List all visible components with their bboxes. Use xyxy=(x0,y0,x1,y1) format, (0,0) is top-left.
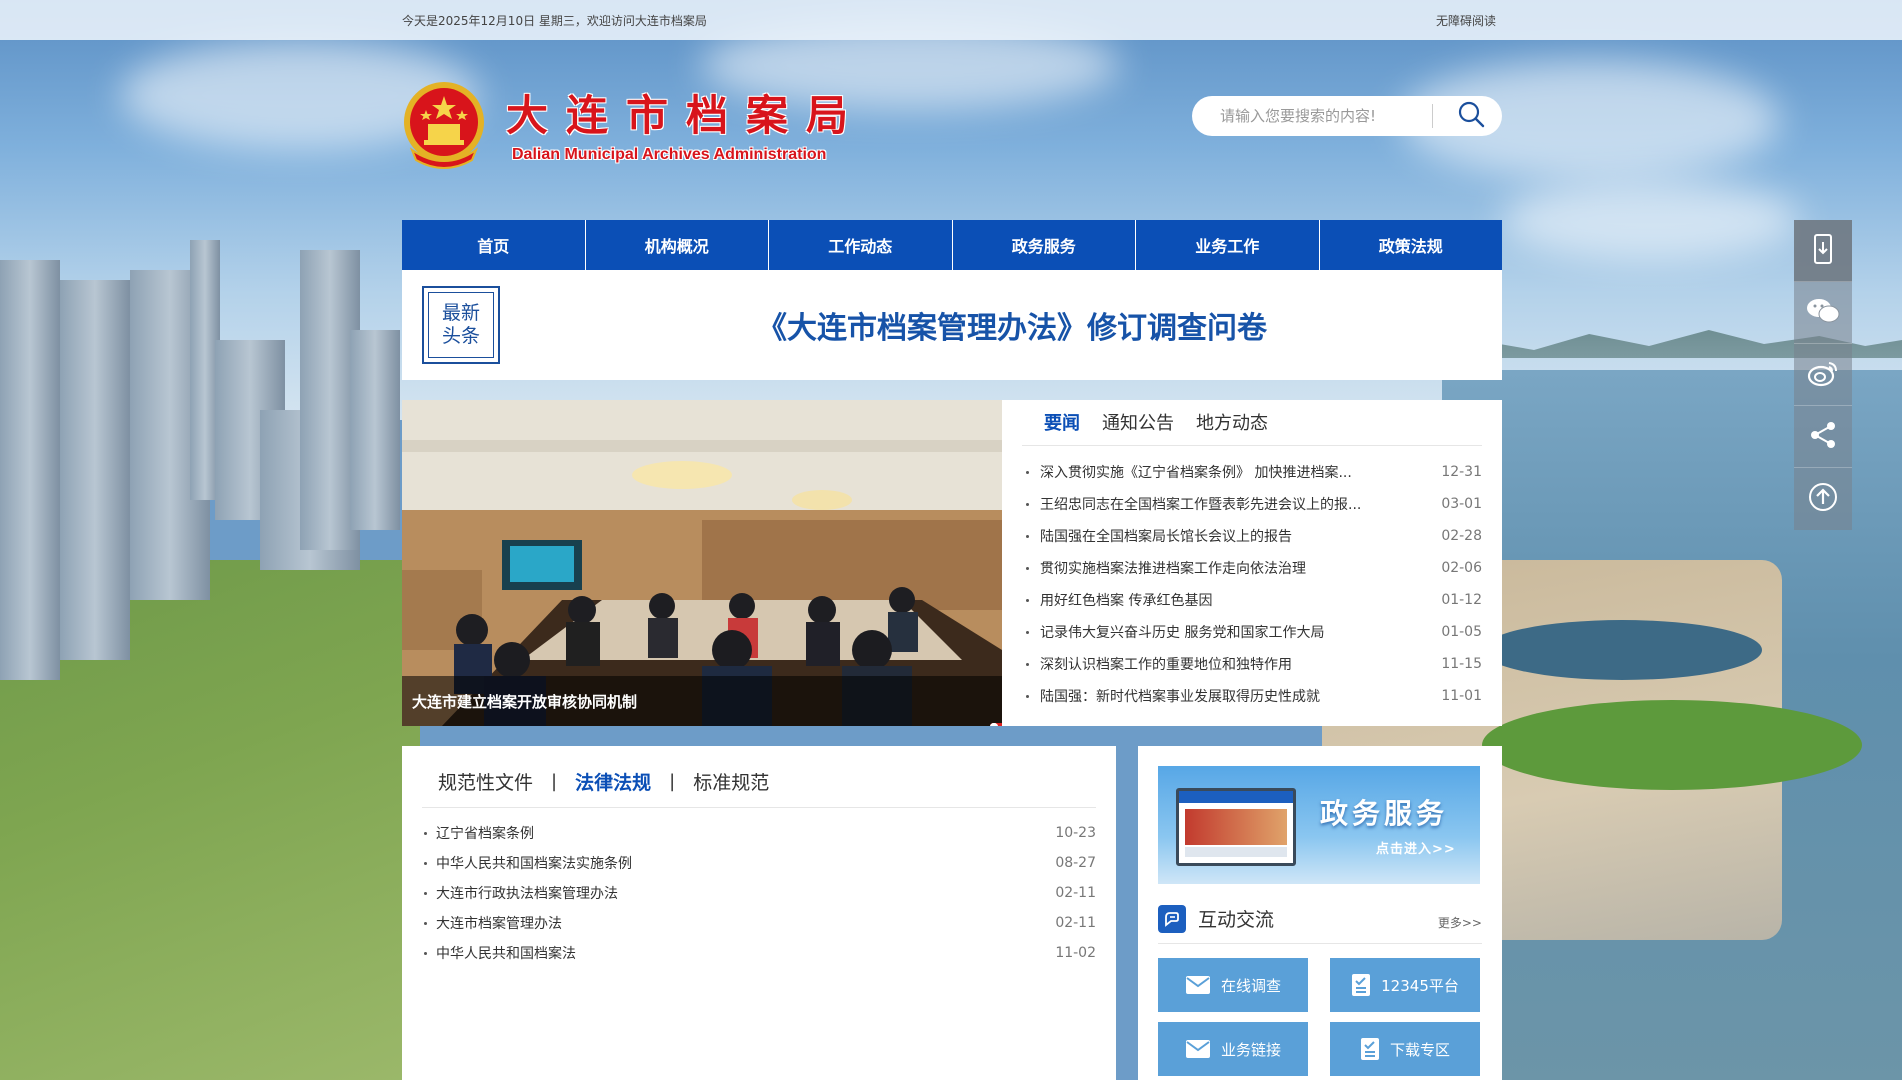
headline-title-link[interactable]: 《大连市档案管理办法》修订调查问卷 xyxy=(522,270,1502,380)
interaction-header: 互动交流 更多>> xyxy=(1158,894,1482,944)
interaction-title: 互动交流 xyxy=(1198,909,1275,931)
date-welcome-text: 今天是2025年12月10日 星期三，欢迎访问大连市档案局 xyxy=(402,14,707,28)
share-icon xyxy=(1809,421,1837,453)
interaction-more-link[interactable]: 更多>> xyxy=(1438,914,1482,931)
site-subtitle: Dalian Municipal Archives Administration xyxy=(512,146,827,163)
news-list: 深入贯彻实施《辽宁省档案条例》 加快推进档案... 12-31 王绍忠同志在全国档… xyxy=(1022,456,1482,712)
list-item[interactable]: 记录伟大复兴奋斗历史 服务党和国家工作大局 01-05 xyxy=(1022,616,1482,648)
list-item[interactable]: 中华人民共和国档案法 11-02 xyxy=(422,938,1096,968)
business-links-button[interactable]: 业务链接 xyxy=(1158,1022,1308,1076)
wechat-icon xyxy=(1806,297,1840,329)
list-item[interactable]: 深刻认识档案工作的重要地位和独特作用 11-15 xyxy=(1022,648,1482,680)
badge-line-2: 头条 xyxy=(441,325,480,347)
online-survey-button[interactable]: 在线调查 xyxy=(1158,958,1308,1012)
tab-local-news[interactable]: 地方动态 xyxy=(1196,409,1268,445)
news-tabs: 要闻 通知公告 地方动态 xyxy=(1022,400,1482,446)
list-item[interactable]: 大连市行政执法档案管理办法 02-11 xyxy=(422,878,1096,908)
news-slider[interactable]: 大连市建立档案开放审核协同机制 xyxy=(402,400,1002,726)
badge-line-1: 最新 xyxy=(441,302,480,324)
list-item[interactable]: 用好红色档案 传承红色基因 01-12 xyxy=(1022,584,1482,616)
back-to-top-button[interactable] xyxy=(1794,468,1852,530)
online-survey-label: 在线调查 xyxy=(1220,976,1281,995)
gov-service-banner[interactable]: 政务服务 点击进入>> xyxy=(1158,766,1480,884)
nav-item-home[interactable]: 首页 xyxy=(402,220,586,270)
site-title: 大连市档案局 xyxy=(506,91,867,140)
search-input[interactable] xyxy=(1192,96,1432,136)
computer-screen-illustration xyxy=(1176,788,1296,866)
weibo-icon xyxy=(1807,359,1839,391)
business-links-label: 业务链接 xyxy=(1220,1040,1281,1059)
mobile-version-button[interactable] xyxy=(1794,220,1852,282)
main-nav: 首页 机构概况 工作动态 政务服务 业务工作 政策法规 xyxy=(402,220,1502,270)
national-emblem-logo xyxy=(402,80,486,170)
regulations-list: 辽宁省档案条例 10-23 中华人民共和国档案法实施条例 08-27 大连市行政执法… xyxy=(422,818,1096,968)
tab-separator: | xyxy=(669,771,676,792)
regulations-panel: 规范性文件 | 法律法规 | 标准规范 辽宁省档案条例 10-23 中华人民共和国… xyxy=(402,746,1116,1080)
gov-service-title: 政务服务 xyxy=(1320,797,1449,830)
download-zone-button[interactable]: 下载专区 xyxy=(1330,1022,1480,1076)
regulations-tabs: 规范性文件 | 法律法规 | 标准规范 xyxy=(422,746,1096,808)
gov-service-enter: 点击进入>> xyxy=(1376,842,1456,857)
hotline-12345-button[interactable]: 12345平台 xyxy=(1330,958,1480,1012)
download-zone-label: 下载专区 xyxy=(1389,1040,1450,1059)
list-item[interactable]: 中华人民共和国档案法实施条例 08-27 xyxy=(422,848,1096,878)
tab-laws-regulations[interactable]: 法律法规 xyxy=(575,768,651,795)
slider-caption[interactable]: 大连市建立档案开放审核协同机制 xyxy=(412,691,637,712)
search-box xyxy=(1192,96,1502,136)
list-item[interactable]: 陆国强：新时代档案事业发展取得历史性成就 11-01 xyxy=(1022,680,1482,712)
nav-item-news[interactable]: 工作动态 xyxy=(769,220,953,270)
right-column: 政务服务 点击进入>> 互动交流 更多>> 在线调查 12345平台 业务链接 … xyxy=(1138,746,1502,1080)
top-bar: 今天是2025年12月10日 星期三，欢迎访问大连市档案局 无障碍阅读 xyxy=(0,0,1902,40)
slider-caption-bar: 大连市建立档案开放审核协同机制 xyxy=(402,676,1002,726)
document-icon xyxy=(1351,973,1371,997)
hotline-12345-label: 12345平台 xyxy=(1381,976,1459,995)
nav-item-business[interactable]: 业务工作 xyxy=(1136,220,1320,270)
search-divider xyxy=(1432,104,1433,128)
mobile-icon xyxy=(1812,233,1834,268)
search-icon xyxy=(1457,100,1485,132)
tab-standards[interactable]: 标准规范 xyxy=(693,768,769,795)
news-panel: 要闻 通知公告 地方动态 深入贯彻实施《辽宁省档案条例》 加快推进档案... 12… xyxy=(1002,400,1502,726)
list-item[interactable]: 贯彻实施档案法推进档案工作走向依法治理 02-06 xyxy=(1022,552,1482,584)
list-item[interactable]: 深入贯彻实施《辽宁省档案条例》 加快推进档案... 12-31 xyxy=(1022,456,1482,488)
list-item[interactable]: 王绍忠同志在全国档案工作暨表彰先进会议上的报... 03-01 xyxy=(1022,488,1482,520)
list-item[interactable]: 大连市档案管理办法 02-11 xyxy=(422,908,1096,938)
wechat-button[interactable] xyxy=(1794,282,1852,344)
latest-headline-badge: 最新 头条 xyxy=(422,286,500,364)
weibo-button[interactable] xyxy=(1794,344,1852,406)
search-button[interactable] xyxy=(1440,96,1502,136)
document-icon xyxy=(1360,1037,1380,1061)
interaction-icon xyxy=(1158,904,1186,933)
nav-item-policy[interactable]: 政策法规 xyxy=(1320,220,1503,270)
tab-separator: | xyxy=(551,771,558,792)
floating-toolbar xyxy=(1794,220,1852,530)
tab-key-news[interactable]: 要闻 xyxy=(1044,409,1080,445)
share-button[interactable] xyxy=(1794,406,1852,468)
slider-dot-4[interactable] xyxy=(990,723,998,726)
nav-item-gov-service[interactable]: 政务服务 xyxy=(953,220,1136,270)
envelope-icon xyxy=(1185,975,1211,995)
back-to-top-icon xyxy=(1808,482,1838,516)
tab-notices[interactable]: 通知公告 xyxy=(1102,409,1174,445)
nav-item-about[interactable]: 机构概况 xyxy=(586,220,769,270)
list-item[interactable]: 辽宁省档案条例 10-23 xyxy=(422,818,1096,848)
accessibility-link[interactable]: 无障碍阅读 xyxy=(1436,12,1496,29)
headline-banner: 最新 头条 《大连市档案管理办法》修订调查问卷 xyxy=(402,270,1502,380)
tab-normative-documents[interactable]: 规范性文件 xyxy=(438,768,533,795)
envelope-icon xyxy=(1185,1039,1211,1059)
interaction-buttons: 在线调查 12345平台 业务链接 下载专区 xyxy=(1158,958,1482,1076)
list-item[interactable]: 陆国强在全国档案局长馆长会议上的报告 02-28 xyxy=(1022,520,1482,552)
